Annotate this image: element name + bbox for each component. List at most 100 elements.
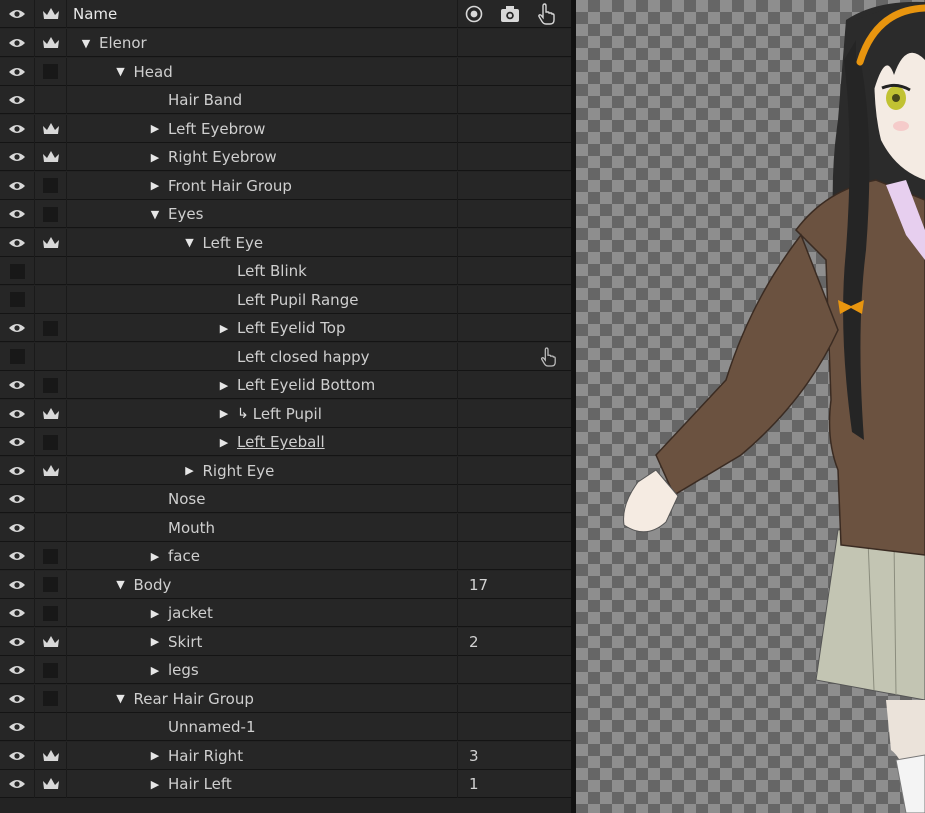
lock-toggle[interactable] [35, 456, 67, 485]
visibility-toggle[interactable] [0, 713, 35, 741]
expand-arrow-closed-icon[interactable]: ▶ [148, 664, 162, 677]
header-visibility-column[interactable] [0, 0, 35, 28]
expand-arrow-closed-icon[interactable]: ▶ [148, 607, 162, 620]
expand-arrow-closed-icon[interactable]: ▶ [183, 464, 197, 477]
lock-toggle[interactable] [35, 314, 67, 342]
lock-toggle[interactable] [35, 257, 67, 285]
layer-name-cell[interactable]: ▶ Left Eyelid Bottom [67, 371, 458, 399]
visibility-toggle[interactable] [0, 570, 35, 599]
layer-row[interactable]: ▼ Eyes [0, 200, 571, 228]
layer-name-cell[interactable]: ▼ Elenor [67, 29, 458, 57]
layer-row[interactable]: ▶ face [0, 542, 571, 570]
visibility-toggle[interactable] [0, 257, 35, 285]
camera-icon[interactable] [500, 5, 520, 23]
layer-name-cell[interactable]: ▶Left Blink [67, 257, 458, 285]
lock-toggle[interactable] [35, 86, 67, 114]
layer-row[interactable]: ▶ Hair Right 3 [0, 741, 571, 770]
lock-toggle[interactable] [35, 713, 67, 741]
visibility-toggle[interactable] [0, 314, 35, 342]
visibility-toggle[interactable] [0, 371, 35, 399]
expand-arrow-closed-icon[interactable]: ▶ [148, 151, 162, 164]
expand-arrow-open-icon[interactable]: ▼ [79, 37, 93, 50]
lock-toggle[interactable] [35, 29, 67, 57]
expand-arrow-open-icon[interactable]: ▼ [114, 578, 128, 591]
layer-name-cell[interactable]: ▼ Rear Hair Group [67, 684, 458, 713]
layer-name-cell[interactable]: ▼ Left Eye [67, 228, 458, 257]
expand-arrow-closed-icon[interactable]: ▶ [148, 635, 162, 648]
layer-row[interactable]: ▶ Right Eye [0, 456, 571, 485]
layer-row[interactable]: ▶Mouth [0, 513, 571, 542]
lock-toggle[interactable] [35, 684, 67, 713]
lock-toggle[interactable] [35, 428, 67, 456]
expand-arrow-open-icon[interactable]: ▼ [183, 236, 197, 249]
layer-name-cell[interactable]: ▶ Left Eyelid Top [67, 314, 458, 342]
visibility-toggle[interactable] [0, 456, 35, 485]
layer-name-cell[interactable]: ▶ Hair Right [67, 741, 458, 770]
visibility-toggle[interactable] [0, 656, 35, 684]
lock-toggle[interactable] [35, 200, 67, 228]
layer-name-cell[interactable]: ▶ Hair Left [67, 770, 458, 798]
expand-arrow-closed-icon[interactable]: ▶ [148, 778, 162, 791]
lock-toggle[interactable] [35, 570, 67, 599]
visibility-toggle[interactable] [0, 29, 35, 57]
lock-toggle[interactable] [35, 171, 67, 200]
visibility-toggle[interactable] [0, 200, 35, 228]
lock-toggle[interactable] [35, 285, 67, 314]
expand-arrow-open-icon[interactable]: ▼ [114, 65, 128, 78]
layer-row[interactable]: ▶ Front Hair Group [0, 171, 571, 200]
expand-arrow-open-icon[interactable]: ▼ [114, 692, 128, 705]
lock-toggle[interactable] [35, 741, 67, 770]
lock-toggle[interactable] [35, 342, 67, 371]
expand-arrow-closed-icon[interactable]: ▶ [148, 122, 162, 135]
visibility-toggle[interactable] [0, 513, 35, 542]
visibility-toggle[interactable] [0, 114, 35, 143]
layer-row[interactable]: ▶ jacket [0, 599, 571, 627]
target-icon[interactable] [465, 5, 483, 23]
layer-name-cell[interactable]: ▶Left closed happy [67, 342, 458, 371]
expand-arrow-closed-icon[interactable]: ▶ [148, 179, 162, 192]
layer-row[interactable]: ▶Left closed happy [0, 342, 571, 371]
layer-name-cell[interactable]: ▶ Front Hair Group [67, 171, 458, 200]
visibility-toggle[interactable] [0, 342, 35, 371]
layer-row[interactable]: ▶ Left Eyelid Top [0, 314, 571, 342]
visibility-toggle[interactable] [0, 228, 35, 257]
visibility-toggle[interactable] [0, 741, 35, 770]
lock-toggle[interactable] [35, 770, 67, 798]
layer-row[interactable]: ▶ Left Eyeball [0, 428, 571, 456]
visibility-toggle[interactable] [0, 684, 35, 713]
layer-name-cell[interactable]: ▶Nose [67, 485, 458, 513]
layer-name-cell[interactable]: ▶ Skirt [67, 627, 458, 656]
layer-name-cell[interactable]: ▶ Right Eyebrow [67, 143, 458, 171]
hand-pointer-icon[interactable] [536, 3, 556, 25]
layer-row[interactable]: ▶Hair Band [0, 86, 571, 114]
canvas-viewport[interactable] [576, 0, 925, 813]
lock-toggle[interactable] [35, 399, 67, 428]
layer-row[interactable]: ▶ ↳ Left Pupil [0, 399, 571, 428]
expand-arrow-closed-icon[interactable]: ▶ [148, 749, 162, 762]
visibility-toggle[interactable] [0, 57, 35, 86]
lock-toggle[interactable] [35, 114, 67, 143]
visibility-toggle[interactable] [0, 428, 35, 456]
layer-name-cell[interactable]: ▶ Left Eyeball [67, 428, 458, 456]
expand-arrow-open-icon[interactable]: ▼ [148, 208, 162, 221]
lock-toggle[interactable] [35, 542, 67, 570]
lock-toggle[interactable] [35, 627, 67, 656]
layer-name-cell[interactable]: ▶Mouth [67, 513, 458, 542]
header-name-column[interactable]: Name [67, 0, 458, 28]
layer-name-cell[interactable]: ▶ Left Eyebrow [67, 114, 458, 143]
expand-arrow-closed-icon[interactable]: ▶ [217, 436, 231, 449]
visibility-toggle[interactable] [0, 485, 35, 513]
layer-name-cell[interactable]: ▶ Right Eye [67, 456, 458, 485]
layer-row[interactable]: ▶ Skirt 2 [0, 627, 571, 656]
visibility-toggle[interactable] [0, 285, 35, 314]
visibility-toggle[interactable] [0, 399, 35, 428]
visibility-toggle[interactable] [0, 627, 35, 656]
layer-name-cell[interactable]: ▶Unnamed-1 [67, 713, 458, 741]
layer-row[interactable]: ▶ Right Eyebrow [0, 143, 571, 171]
lock-toggle[interactable] [35, 656, 67, 684]
layer-row[interactable]: ▼ Rear Hair Group [0, 684, 571, 713]
layer-row[interactable]: ▶Unnamed-1 [0, 713, 571, 741]
layer-row[interactable]: ▶Left Blink [0, 257, 571, 285]
visibility-toggle[interactable] [0, 86, 35, 114]
lock-toggle[interactable] [35, 513, 67, 542]
